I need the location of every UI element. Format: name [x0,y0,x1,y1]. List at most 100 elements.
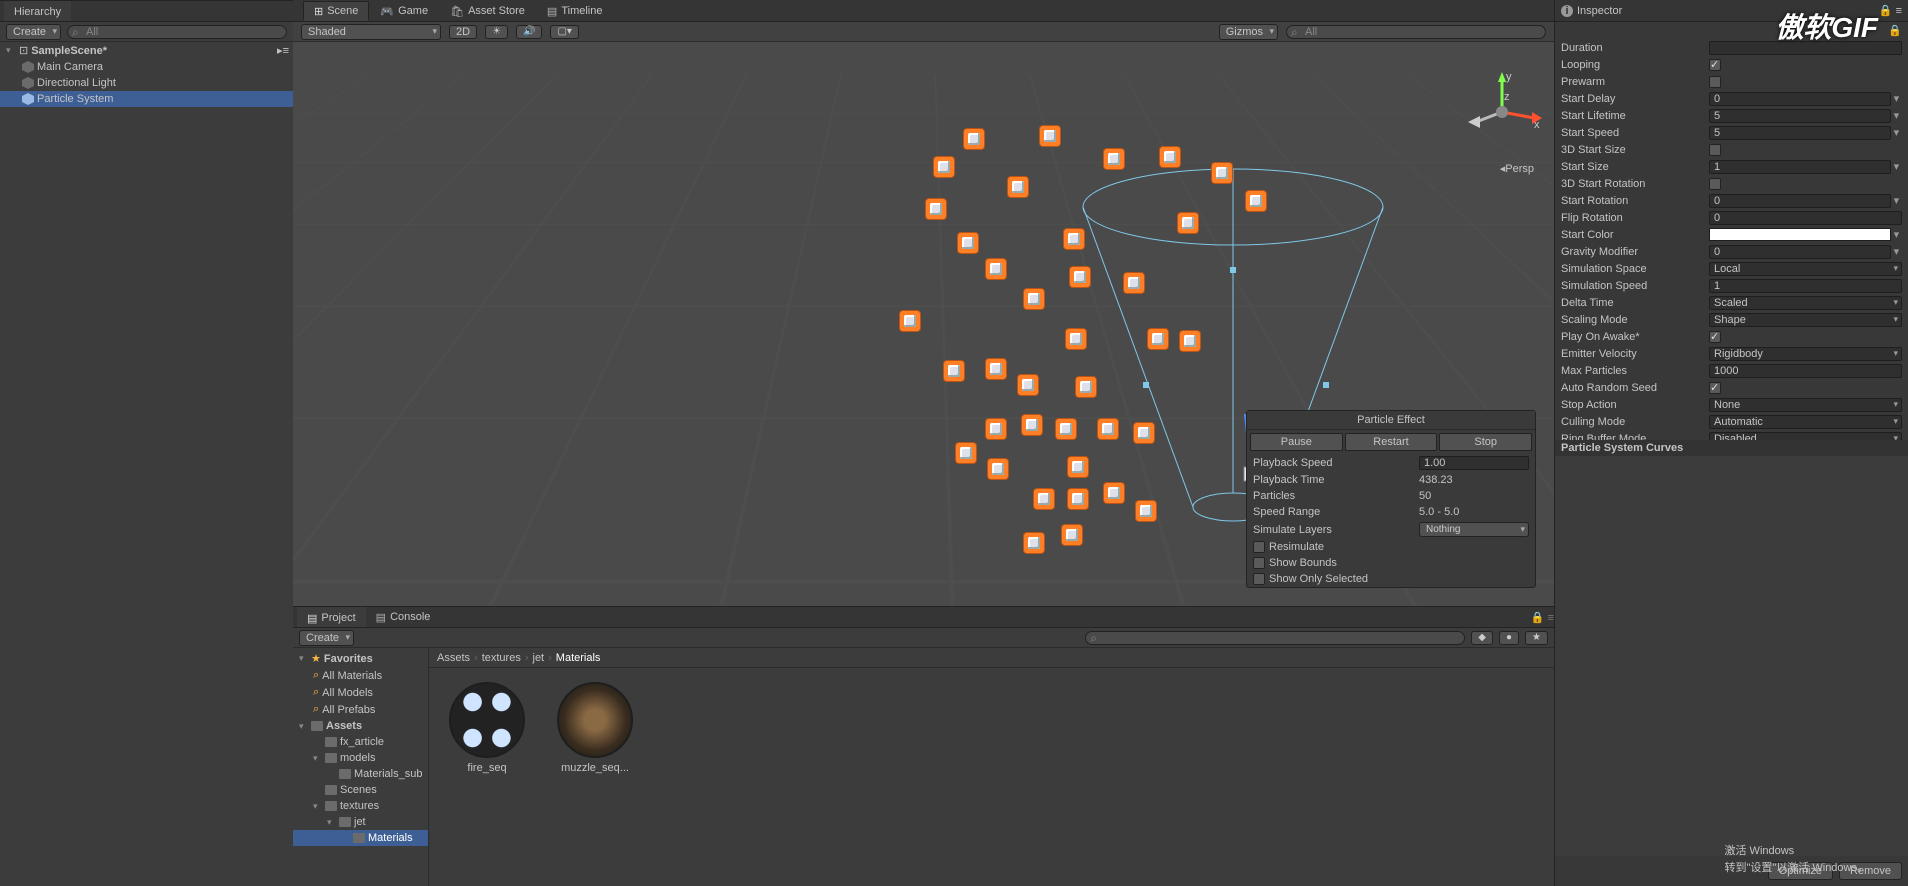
prop-dropdown[interactable]: None [1709,398,1902,412]
prop-mode-menu[interactable]: ▾ [1891,109,1902,122]
color-swatch[interactable] [1709,228,1891,241]
hierarchy-item[interactable]: Main Camera [0,59,293,75]
tree-row[interactable]: ▾ textures [293,798,428,814]
tree-row[interactable]: Scenes [293,782,428,798]
prop-field[interactable]: 0 [1709,92,1891,106]
prop-field[interactable]: 1000 [1709,364,1902,378]
pe-playback-speed[interactable]: 1.00 [1419,456,1529,470]
project-create-button[interactable]: Create [299,630,354,646]
tab-game[interactable]: 🎮 Game [369,1,439,21]
tab-scene[interactable]: ⊞ Scene [303,1,369,21]
pe-showonlysel-check[interactable] [1253,573,1265,585]
prop-dropdown[interactable]: Local [1709,262,1902,276]
asset-grid[interactable]: fire_seqmuzzle_seq... [429,668,1554,886]
project-tree[interactable]: ▾★ Favorites⌕ All Materials⌕ All Models⌕… [293,648,429,886]
inspector-title: Inspector [1577,5,1622,17]
tree-row[interactable]: ⌕ All Models [293,684,428,701]
proj-filter-3[interactable]: ★ [1525,631,1548,645]
hierarchy-tree[interactable]: ▾⊡ SampleScene*▸≡Main CameraDirectional … [0,42,293,886]
projection-label[interactable]: ◂Persp [1500,162,1534,175]
tab-project[interactable]: ▤ Project [297,607,366,627]
tree-row[interactable]: ▾★ Favorites [293,650,428,667]
pe-simulate-layers[interactable]: Nothing [1419,522,1529,537]
prop-mode-menu[interactable]: ▾ [1891,194,1902,207]
inspector-property: Start Delay0▾ [1555,90,1908,107]
hierarchy-create-button[interactable]: Create [6,24,61,40]
project-search-input[interactable] [1085,631,1465,645]
breadcrumb-segment[interactable]: jet [533,652,545,664]
proj-filter-2[interactable]: ● [1499,631,1519,645]
prop-field[interactable]: 1 [1709,160,1891,174]
inspector-lock-icon[interactable]: 🔒 ≡ [1879,4,1902,17]
gameobject-icon [22,77,34,89]
tree-row[interactable]: Materials [293,830,428,846]
tab-asset-store[interactable]: 🛍 Asset Store [439,1,536,21]
inspector-lock-icon-2[interactable]: 🔒 [1888,25,1902,37]
tree-row[interactable]: ▾ models [293,750,428,766]
hierarchy-item[interactable]: Particle System [0,91,293,107]
prop-mode-menu[interactable]: ▾ [1891,160,1902,173]
particle-billboard [1023,288,1045,310]
prop-checkbox[interactable] [1709,178,1721,190]
breadcrumb-segment[interactable]: Assets [437,652,470,664]
hierarchy-tab[interactable]: Hierarchy [4,1,71,21]
pe-resimulate-check[interactable] [1253,541,1265,553]
particle-curves-header[interactable]: Particle System Curves [1555,440,1908,456]
prop-dropdown[interactable]: Automatic [1709,415,1902,429]
draw-mode-dropdown[interactable]: Shaded [301,24,441,40]
particle-billboard [963,128,985,150]
lock-icon[interactable]: 🔒 ≡ [1531,611,1554,624]
hierarchy-item[interactable]: Directional Light [0,75,293,91]
prop-checkbox[interactable] [1709,331,1721,343]
proj-filter-1[interactable]: ◆ [1471,631,1493,645]
tree-row[interactable]: ⌕ All Materials [293,667,428,684]
tree-row[interactable]: ▾ jet [293,814,428,830]
prop-checkbox[interactable] [1709,76,1721,88]
orientation-gizmo[interactable]: y x z [1462,72,1542,152]
prop-mode-menu[interactable]: ▾ [1891,245,1902,258]
pe-stop-button[interactable]: Stop [1439,433,1532,451]
prop-checkbox[interactable] [1709,144,1721,156]
prop-mode-menu[interactable]: ▾ [1891,92,1902,105]
tab-console[interactable]: ▤ Console [366,607,441,627]
tree-row[interactable]: Materials_sub [293,766,428,782]
tree-row[interactable]: ▾ Assets [293,718,428,734]
prop-field[interactable]: 1 [1709,279,1902,293]
gizmos-dropdown[interactable]: Gizmos [1219,24,1278,40]
prop-field[interactable]: 5 [1709,126,1891,140]
fx-toggle[interactable]: ▢▾ [550,25,578,39]
tab-timeline[interactable]: ▤ Timeline [536,1,614,21]
prop-field[interactable]: 0 [1709,245,1891,259]
pe-restart-button[interactable]: Restart [1345,433,1438,451]
hierarchy-search-input[interactable]: All [67,25,287,39]
asset-item[interactable]: fire_seq [443,682,531,774]
prop-checkbox[interactable] [1709,59,1721,71]
pe-showbounds-check[interactable] [1253,557,1265,569]
prop-field[interactable]: 0 [1709,194,1891,208]
prop-checkbox[interactable] [1709,382,1721,394]
scene-viewport[interactable]: y x z ◂Persp Particle Effect Pause Resta… [293,42,1554,606]
prop-field[interactable]: 0 [1709,211,1902,225]
scene-menu-icon[interactable]: ▸≡ [277,44,289,57]
scene-search-input[interactable]: All [1286,25,1546,39]
prop-field[interactable]: 5 [1709,109,1891,123]
prop-dropdown[interactable]: Scaled [1709,296,1902,310]
tree-row[interactable]: ⌕ All Prefabs [293,701,428,718]
material-thumb [557,682,633,758]
asset-item[interactable]: muzzle_seq... [551,682,639,774]
prop-mode-menu[interactable]: ▾ [1891,228,1902,241]
breadcrumb[interactable]: Assets › textures › jet › Materials [429,648,1554,668]
tree-row[interactable]: fx_article [293,734,428,750]
hierarchy-title: Hierarchy [14,6,61,18]
audio-toggle[interactable]: 🔊 [516,25,542,39]
prop-mode-menu[interactable]: ▾ [1891,126,1902,139]
lighting-toggle[interactable]: ☀ [485,25,508,39]
hierarchy-scene-row[interactable]: ▾⊡ SampleScene*▸≡ [0,42,293,59]
prop-dropdown[interactable]: Disabled [1709,432,1902,440]
pe-pause-button[interactable]: Pause [1250,433,1343,451]
prop-dropdown[interactable]: Shape [1709,313,1902,327]
breadcrumb-segment[interactable]: textures [482,652,521,664]
breadcrumb-segment[interactable]: Materials [556,652,601,664]
2d-toggle[interactable]: 2D [449,25,477,39]
prop-dropdown[interactable]: Rigidbody [1709,347,1902,361]
